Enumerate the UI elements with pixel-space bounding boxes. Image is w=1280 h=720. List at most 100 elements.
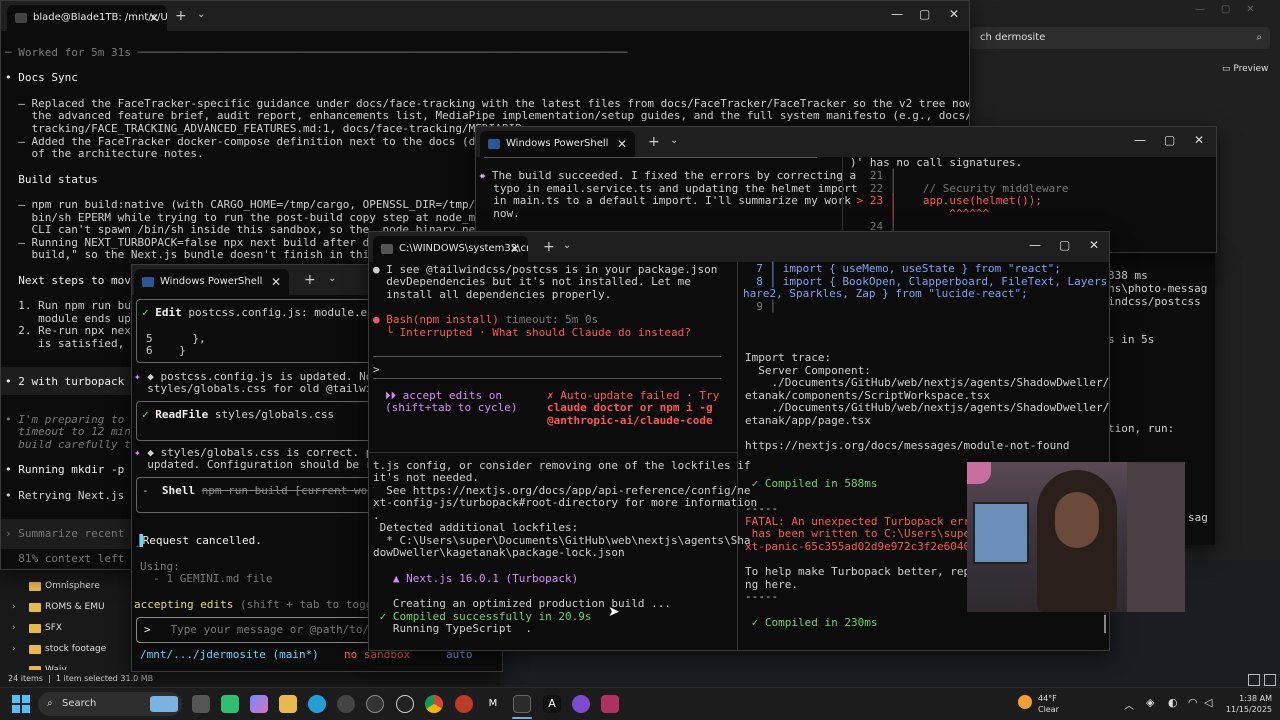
edge-icon[interactable] xyxy=(308,695,326,713)
fatal-line: has been written to C:\Users\super\A xyxy=(745,527,991,540)
close-icon[interactable]: ✕ xyxy=(1194,133,1204,147)
chevron-down-icon[interactable]: ⌄ xyxy=(197,9,205,20)
app-m-icon[interactable]: M xyxy=(484,695,502,713)
weather[interactable]: 44°F Clear xyxy=(1018,693,1059,715)
prompt-chevron-icon: › xyxy=(5,527,19,540)
readfile-header: ✓ ReadFile styles/globals.css xyxy=(142,408,335,421)
close-icon[interactable]: ✕ xyxy=(949,7,959,21)
text-line: tion, run: xyxy=(1108,422,1175,435)
chevron-down-icon[interactable]: ⌄ xyxy=(563,240,571,251)
maximize-icon[interactable]: ▢ xyxy=(919,7,930,21)
search-icon[interactable]: ⌕ xyxy=(1256,27,1262,49)
details-view-icon[interactable] xyxy=(1248,674,1260,686)
accepting-line: accepting edits (shift + tab to toggle) xyxy=(134,598,392,612)
prompt-placeholder: Summarize recent c xyxy=(18,527,138,540)
tab-bar: C:\WINDOWS\system32\cmd. ✕ + ⌄ — ▢ ✕ xyxy=(369,232,1109,262)
close-tab-icon[interactable]: ✕ xyxy=(617,131,627,157)
app-tray-icon[interactable]: ◐ xyxy=(1168,696,1178,709)
close-tab-icon[interactable]: ✕ xyxy=(271,269,281,295)
close-tab-icon[interactable]: ✕ xyxy=(149,5,159,31)
app-active-icon[interactable] xyxy=(601,695,619,713)
new-tab-icon[interactable]: + xyxy=(175,8,187,24)
taskbar: ⌕ Search M A 44°F Clear ︿ ◈ ◐ ◠ ◁ 1:38 A… xyxy=(0,687,1280,720)
wifi-icon[interactable]: ◠ xyxy=(1188,696,1198,709)
prompt-input[interactable]: > xyxy=(373,363,380,377)
chevron-up-icon[interactable]: ︿ xyxy=(1124,697,1134,712)
folder-row[interactable]: Omnisphere xyxy=(0,576,130,597)
start-button[interactable] xyxy=(12,695,30,713)
status-items: 24 items xyxy=(8,674,43,683)
app-gear-icon[interactable] xyxy=(337,695,355,713)
minimize-icon[interactable]: — xyxy=(1029,238,1041,252)
search-bar[interactable]: ch dermosite ⌕ xyxy=(970,27,1270,49)
next-steps-heading: Next steps to move xyxy=(5,274,138,287)
text-line: 338 ms xyxy=(1108,269,1148,282)
app-green-icon[interactable] xyxy=(221,695,239,713)
chatgpt-icon[interactable] xyxy=(396,695,414,713)
close-icon[interactable]: ✕ xyxy=(1089,238,1099,252)
cancelled-text: Request cancelled. xyxy=(142,534,262,547)
folder-row[interactable]: › SFX xyxy=(0,618,130,639)
text-line: is satisfied, th xyxy=(5,337,145,350)
footer-path: /mnt/.../jdermosite (main*) xyxy=(140,648,319,661)
edit-tool-header: ✓ Edit postcss.config.js: module.exp xyxy=(142,306,381,319)
chevron-down-icon[interactable]: ⌄ xyxy=(670,135,678,146)
search-label: Search xyxy=(62,698,97,709)
close-tab-icon[interactable]: ✕ xyxy=(510,236,520,262)
minimize-icon[interactable]: — xyxy=(891,7,903,21)
chevron-right-icon[interactable]: › xyxy=(12,597,16,618)
maximize-icon[interactable]: ▢ xyxy=(1059,238,1070,252)
folder-row[interactable]: Waiy xyxy=(0,660,130,670)
text-line: timeout to 12 minu xyxy=(5,425,138,438)
code-line: 6 } xyxy=(146,344,186,357)
terminal-icon xyxy=(15,13,27,23)
github-desktop-icon[interactable] xyxy=(366,695,384,713)
tab-title: Windows PowerShell xyxy=(160,276,263,287)
maximize-icon[interactable]: ▢ xyxy=(1164,133,1175,147)
text-line: Import trace: xyxy=(745,351,832,364)
scrollbar[interactable] xyxy=(1104,615,1106,633)
text-line: Detected additional lockfiles: xyxy=(373,521,579,534)
preview-button[interactable]: ▭ Preview xyxy=(1222,64,1268,74)
text-line: ns\photo-messag xyxy=(1108,282,1208,295)
docs-sync-heading: • Docs Sync xyxy=(5,71,78,84)
minimize-icon[interactable]: — xyxy=(1134,133,1146,147)
new-tab-icon[interactable]: + xyxy=(543,239,555,255)
app-ring-icon[interactable] xyxy=(572,695,590,713)
folder-icon xyxy=(29,582,41,591)
folder-row[interactable]: › stock footage xyxy=(0,639,130,660)
folder-row[interactable]: › ROMS & EMU xyxy=(0,597,130,618)
tiles-view-icon[interactable] xyxy=(1264,674,1276,686)
taskbar-search[interactable]: ⌕ Search xyxy=(38,692,182,716)
tab-main[interactable]: blade@Blade1TB: /mnt/c/Users ✕ xyxy=(7,5,167,31)
file-explorer-icon[interactable] xyxy=(279,695,297,713)
tab-powershell-1[interactable]: Windows PowerShell ✕ xyxy=(134,269,289,295)
chevron-right-icon[interactable]: › xyxy=(12,618,16,639)
chevron-right-icon[interactable]: › xyxy=(12,639,16,660)
chrome-icon[interactable] xyxy=(425,695,443,713)
chevron-down-icon[interactable]: ⌄ xyxy=(328,273,336,284)
prompt-input[interactable]: › Summarize recent c xyxy=(5,527,138,541)
text-line: ./Documents/GitHub/web/nextjs/agents/Sha… xyxy=(745,376,1110,389)
terminal-icon[interactable] xyxy=(513,695,531,713)
text-line: Running TypeScript . xyxy=(373,622,532,635)
clock[interactable]: 1:38 AM 11/15/2025 xyxy=(1212,693,1272,715)
new-tab-icon[interactable]: + xyxy=(304,272,316,288)
claude-icon[interactable]: A xyxy=(543,695,561,713)
active-indicator xyxy=(512,717,532,719)
text-line: )' has no call signatures. xyxy=(850,156,1023,169)
shell-label: Shell xyxy=(161,484,195,497)
folder-label: stock footage xyxy=(45,644,107,654)
task-view-icon[interactable] xyxy=(192,695,210,713)
new-tab-icon[interactable]: + xyxy=(648,134,660,150)
network-icon[interactable]: ◈ xyxy=(1146,696,1154,709)
weather-desc: Clear xyxy=(1038,705,1059,714)
app-red-icon[interactable] xyxy=(455,695,473,713)
tab-powershell-2[interactable]: Windows PowerShell ✕ xyxy=(480,131,635,157)
code-line: hare2, Sparkles, Zap } from "lucide-reac… xyxy=(743,287,1028,300)
compiled-line: ✓ Compiled in 588ms xyxy=(745,477,878,490)
status-selected: 1 item selected 31.0 MB xyxy=(55,674,154,683)
copilot-icon[interactable] xyxy=(250,695,268,713)
tab-cmd[interactable]: C:\WINDOWS\system32\cmd. ✕ xyxy=(373,236,528,262)
message-prompt[interactable]: > Type your message or @path/to/fil xyxy=(144,623,389,637)
